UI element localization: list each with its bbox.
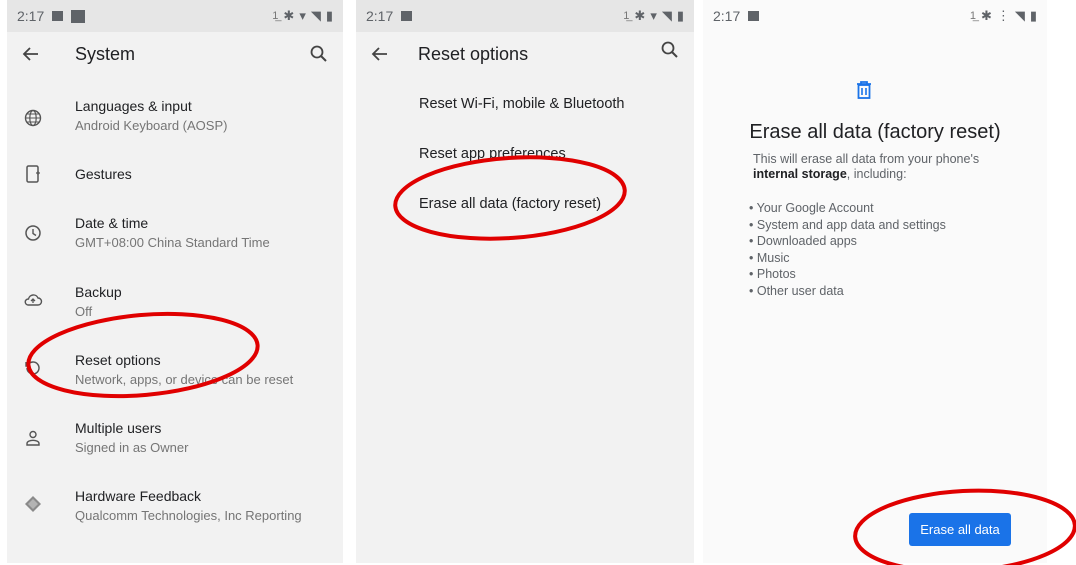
status-bar: 2:17 1̲ ✱ ⋮ ◥ ▮ — [703, 0, 1047, 32]
reset-options-screen: 2:17 1̲ ✱ ▾ ◥ ▮ Reset options Reset Wi-F… — [356, 0, 694, 563]
settings-item-languages[interactable]: Languages & input Android Keyboard (AOSP… — [7, 94, 343, 154]
settings-item-reset-options[interactable]: Reset options Network, apps, or device c… — [7, 348, 343, 408]
status-time: 2:17 — [17, 8, 45, 24]
diamond-app-icon — [25, 496, 41, 512]
notification-icon — [748, 11, 760, 21]
list-item: System and app data and settings — [749, 218, 946, 235]
globe-icon — [24, 109, 42, 127]
person-icon — [26, 430, 40, 446]
signal-icon: ⋮ — [996, 8, 1010, 23]
item-subtitle: Network, apps, or device can be reset — [75, 372, 294, 387]
status-time: 2:17 — [713, 8, 741, 24]
sim-icon: 1̲ — [272, 10, 279, 22]
item-subtitle: Off — [75, 304, 93, 319]
trash-icon — [857, 81, 871, 99]
settings-item-backup[interactable]: Backup Off — [7, 280, 343, 340]
desc-bold: internal storage — [753, 167, 847, 181]
search-icon[interactable] — [309, 44, 329, 64]
wifi-icon: ◥ — [1014, 8, 1025, 23]
page-title: Reset options — [418, 43, 529, 64]
item-subtitle: Qualcomm Technologies, Inc Reporting — [75, 508, 302, 523]
item-subtitle: GMT+08:00 China Standard Time — [75, 235, 270, 250]
settings-item-date-time[interactable]: Date & time GMT+08:00 China Standard Tim… — [7, 211, 343, 271]
signal-icon: ▾ — [299, 8, 306, 23]
back-arrow-icon[interactable] — [370, 44, 390, 64]
reset-app-preferences[interactable]: Reset app preferences — [419, 146, 566, 162]
item-title: Reset options — [75, 352, 161, 368]
wifi-icon: ◥ — [661, 8, 672, 23]
list-item: Music — [749, 251, 946, 268]
list-item: Downloaded apps — [749, 234, 946, 251]
list-item: Other user data — [749, 284, 946, 301]
status-bar: 2:17 1̲ ✱ ▾ ◥ ▮ — [356, 0, 694, 32]
notification-icon — [401, 11, 413, 21]
settings-item-multiple-users[interactable]: Multiple users Signed in as Owner — [7, 416, 343, 476]
item-title: Multiple users — [75, 420, 162, 436]
item-title: Backup — [75, 284, 122, 300]
wifi-icon: ◥ — [310, 8, 321, 23]
status-time: 2:17 — [366, 8, 394, 24]
erase-all-data-screen: 2:17 1̲ ✱ ⋮ ◥ ▮ Erase all data (factory … — [703, 0, 1047, 563]
back-arrow-icon[interactable] — [21, 44, 41, 64]
notification-icon — [52, 11, 64, 21]
item-subtitle: Android Keyboard (AOSP) — [75, 118, 228, 133]
erase-all-data-button[interactable]: Erase all data — [909, 513, 1011, 546]
list-item: Photos — [749, 267, 946, 284]
item-title: Date & time — [75, 215, 149, 231]
signal-icon: ▾ — [650, 8, 657, 23]
app-bar: System — [7, 32, 343, 76]
sim-icon: 1̲ — [969, 10, 976, 22]
item-title: Languages & input — [75, 98, 192, 114]
battery-icon: ▮ — [676, 8, 684, 23]
bluetooth-icon: ✱ — [283, 8, 295, 23]
settings-item-hardware-feedback[interactable]: Hardware Feedback Qualcomm Technologies,… — [7, 484, 343, 544]
item-title: Hardware Feedback — [75, 488, 202, 504]
search-icon[interactable] — [660, 40, 680, 60]
clock-icon — [25, 225, 41, 241]
erase-description: This will erase all data from your phone… — [753, 152, 1033, 182]
bluetooth-icon: ✱ — [980, 8, 992, 23]
notification-icon — [71, 9, 86, 23]
status-bar: 2:17 1̲ ✱ ▾ ◥ ▮ — [7, 0, 343, 32]
erase-data-list: Your Google Account System and app data … — [749, 201, 946, 300]
sim-icon: 1̲ — [623, 10, 630, 22]
erase-title: Erase all data (factory reset) — [749, 121, 1001, 143]
desc-text-end: , including: — [846, 167, 907, 181]
cloud-upload-icon — [24, 294, 43, 306]
list-item: Your Google Account — [749, 201, 946, 218]
item-subtitle: Signed in as Owner — [75, 440, 189, 455]
gestures-phone-icon — [26, 165, 40, 183]
system-screen: 2:17 1̲ ✱ ▾ ◥ ▮ System Languages & input… — [7, 0, 343, 563]
reset-history-icon — [25, 361, 40, 375]
app-bar: Reset options — [356, 32, 694, 76]
page-title: System — [75, 43, 136, 64]
erase-all-data-item[interactable]: Erase all data (factory reset) — [419, 196, 601, 212]
battery-icon: ▮ — [1029, 8, 1037, 23]
desc-text: This will erase all data from your phone… — [753, 152, 980, 166]
bluetooth-icon: ✱ — [634, 8, 646, 23]
item-title: Gestures — [75, 166, 132, 182]
reset-wifi-mobile-bluetooth[interactable]: Reset Wi-Fi, mobile & Bluetooth — [419, 96, 625, 112]
battery-icon: ▮ — [325, 8, 333, 23]
